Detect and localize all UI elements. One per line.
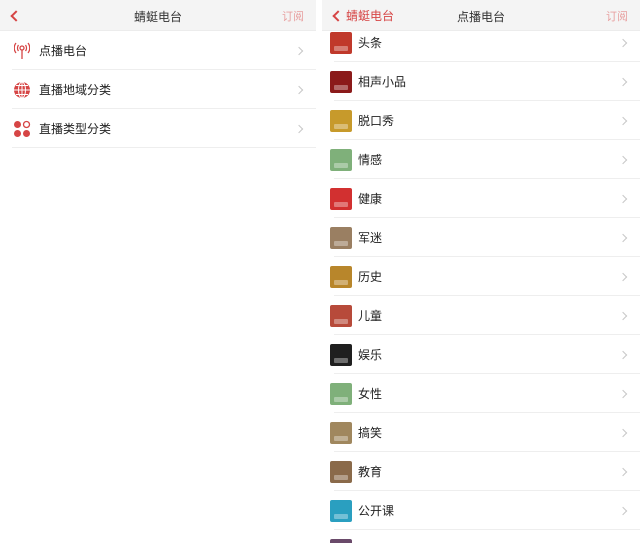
right-panel: 蜻蜓电台 点播电台 订阅 头条相声小品脱口秀情感健康军迷历史儿童娱乐女性搞笑教育…: [322, 0, 640, 543]
category-thumbnail: [330, 109, 352, 132]
scroll-area[interactable]: 头条相声小品脱口秀情感健康军迷历史儿童娱乐女性搞笑教育公开课文化: [322, 31, 640, 543]
category-thumbnail: [330, 187, 352, 210]
list-item[interactable]: 教育: [322, 452, 640, 491]
chevron-right-icon: [618, 467, 628, 476]
list-item[interactable]: 脱口秀: [322, 101, 640, 140]
category-thumbnail: [330, 421, 352, 444]
list-item[interactable]: 儿童: [322, 296, 640, 335]
chevron-right-icon: [618, 155, 628, 164]
subscribe-button[interactable]: 订阅: [282, 8, 304, 24]
list-item[interactable]: 公开课: [322, 491, 640, 530]
antenna-icon: [13, 42, 31, 60]
list-item[interactable]: 情感: [322, 140, 640, 179]
list-item[interactable]: 军迷: [322, 218, 640, 257]
nav-bar: 蜻蜓电台 点播电台 订阅: [322, 0, 640, 31]
category-thumbnail: [330, 538, 352, 543]
chevron-right-icon: [618, 233, 628, 242]
category-thumbnail: [330, 499, 352, 522]
left-panel: 蜻蜓电台 订阅 点播电台 直播地域分类 直播类型分类: [0, 0, 316, 543]
list-item[interactable]: 搞笑: [322, 413, 640, 452]
chevron-right-icon: [618, 506, 628, 515]
category-thumbnail: [330, 382, 352, 405]
category-thumbnail: [330, 265, 352, 288]
list-item-label: 历史: [358, 270, 383, 284]
chevron-right-icon: [294, 124, 304, 133]
subscribe-button[interactable]: 订阅: [606, 8, 628, 24]
category-thumbnail: [330, 304, 352, 327]
list-item-region[interactable]: 直播地域分类: [0, 70, 316, 109]
list-item-label: 脱口秀: [358, 114, 395, 128]
chevron-right-icon: [618, 116, 628, 125]
podcast-category-list: 头条相声小品脱口秀情感健康军迷历史儿童娱乐女性搞笑教育公开课文化: [322, 31, 640, 543]
list-item-label: 健康: [358, 192, 383, 206]
list-item-label: 点播电台: [39, 44, 88, 58]
list-item-label: 直播类型分类: [39, 122, 112, 136]
list-item-label: 公开课: [358, 504, 395, 518]
category-thumbnail: [330, 31, 352, 54]
list-item-label: 直播地域分类: [39, 83, 112, 97]
list-item[interactable]: 头条: [322, 31, 640, 62]
chevron-right-icon: [294, 46, 304, 55]
list-item[interactable]: 相声小品: [322, 62, 640, 101]
category-thumbnail: [330, 70, 352, 93]
list-item-label: 娱乐: [358, 348, 383, 362]
category-thumbnail: [330, 343, 352, 366]
category-thumbnail: [330, 460, 352, 483]
list-item-label: 搞笑: [358, 426, 383, 440]
list-item-label: 相声小品: [358, 75, 407, 89]
list-item-type[interactable]: 直播类型分类: [0, 109, 316, 148]
chevron-right-icon: [618, 389, 628, 398]
chevron-right-icon: [618, 428, 628, 437]
chevron-right-icon: [618, 38, 628, 47]
category-list: 点播电台 直播地域分类 直播类型分类: [0, 31, 316, 148]
list-item-on-demand[interactable]: 点播电台: [0, 31, 316, 70]
chevron-right-icon: [618, 311, 628, 320]
list-item[interactable]: 娱乐: [322, 335, 640, 374]
nav-bar: 蜻蜓电台 订阅: [0, 0, 316, 31]
list-item-label: 头条: [358, 36, 383, 50]
list-item-label: 军迷: [358, 231, 383, 245]
list-item[interactable]: 历史: [322, 257, 640, 296]
page-title: 蜻蜓电台: [133, 10, 182, 24]
chevron-right-icon: [618, 77, 628, 86]
page-title: 点播电台: [456, 10, 505, 24]
list-item[interactable]: 文化: [322, 530, 640, 543]
list-item-label: 教育: [358, 465, 383, 479]
list-item[interactable]: 女性: [322, 374, 640, 413]
chevron-right-icon: [618, 194, 628, 203]
category-dots-icon: [13, 120, 31, 138]
list-item-label: 情感: [358, 153, 383, 167]
globe-icon: [13, 81, 31, 99]
category-thumbnail: [330, 226, 352, 249]
chevron-right-icon: [618, 350, 628, 359]
list-item[interactable]: 健康: [322, 179, 640, 218]
list-item-label: 女性: [358, 387, 383, 401]
chevron-right-icon: [294, 85, 304, 94]
list-item-label: 儿童: [358, 309, 383, 323]
chevron-right-icon: [618, 272, 628, 281]
category-thumbnail: [330, 148, 352, 171]
